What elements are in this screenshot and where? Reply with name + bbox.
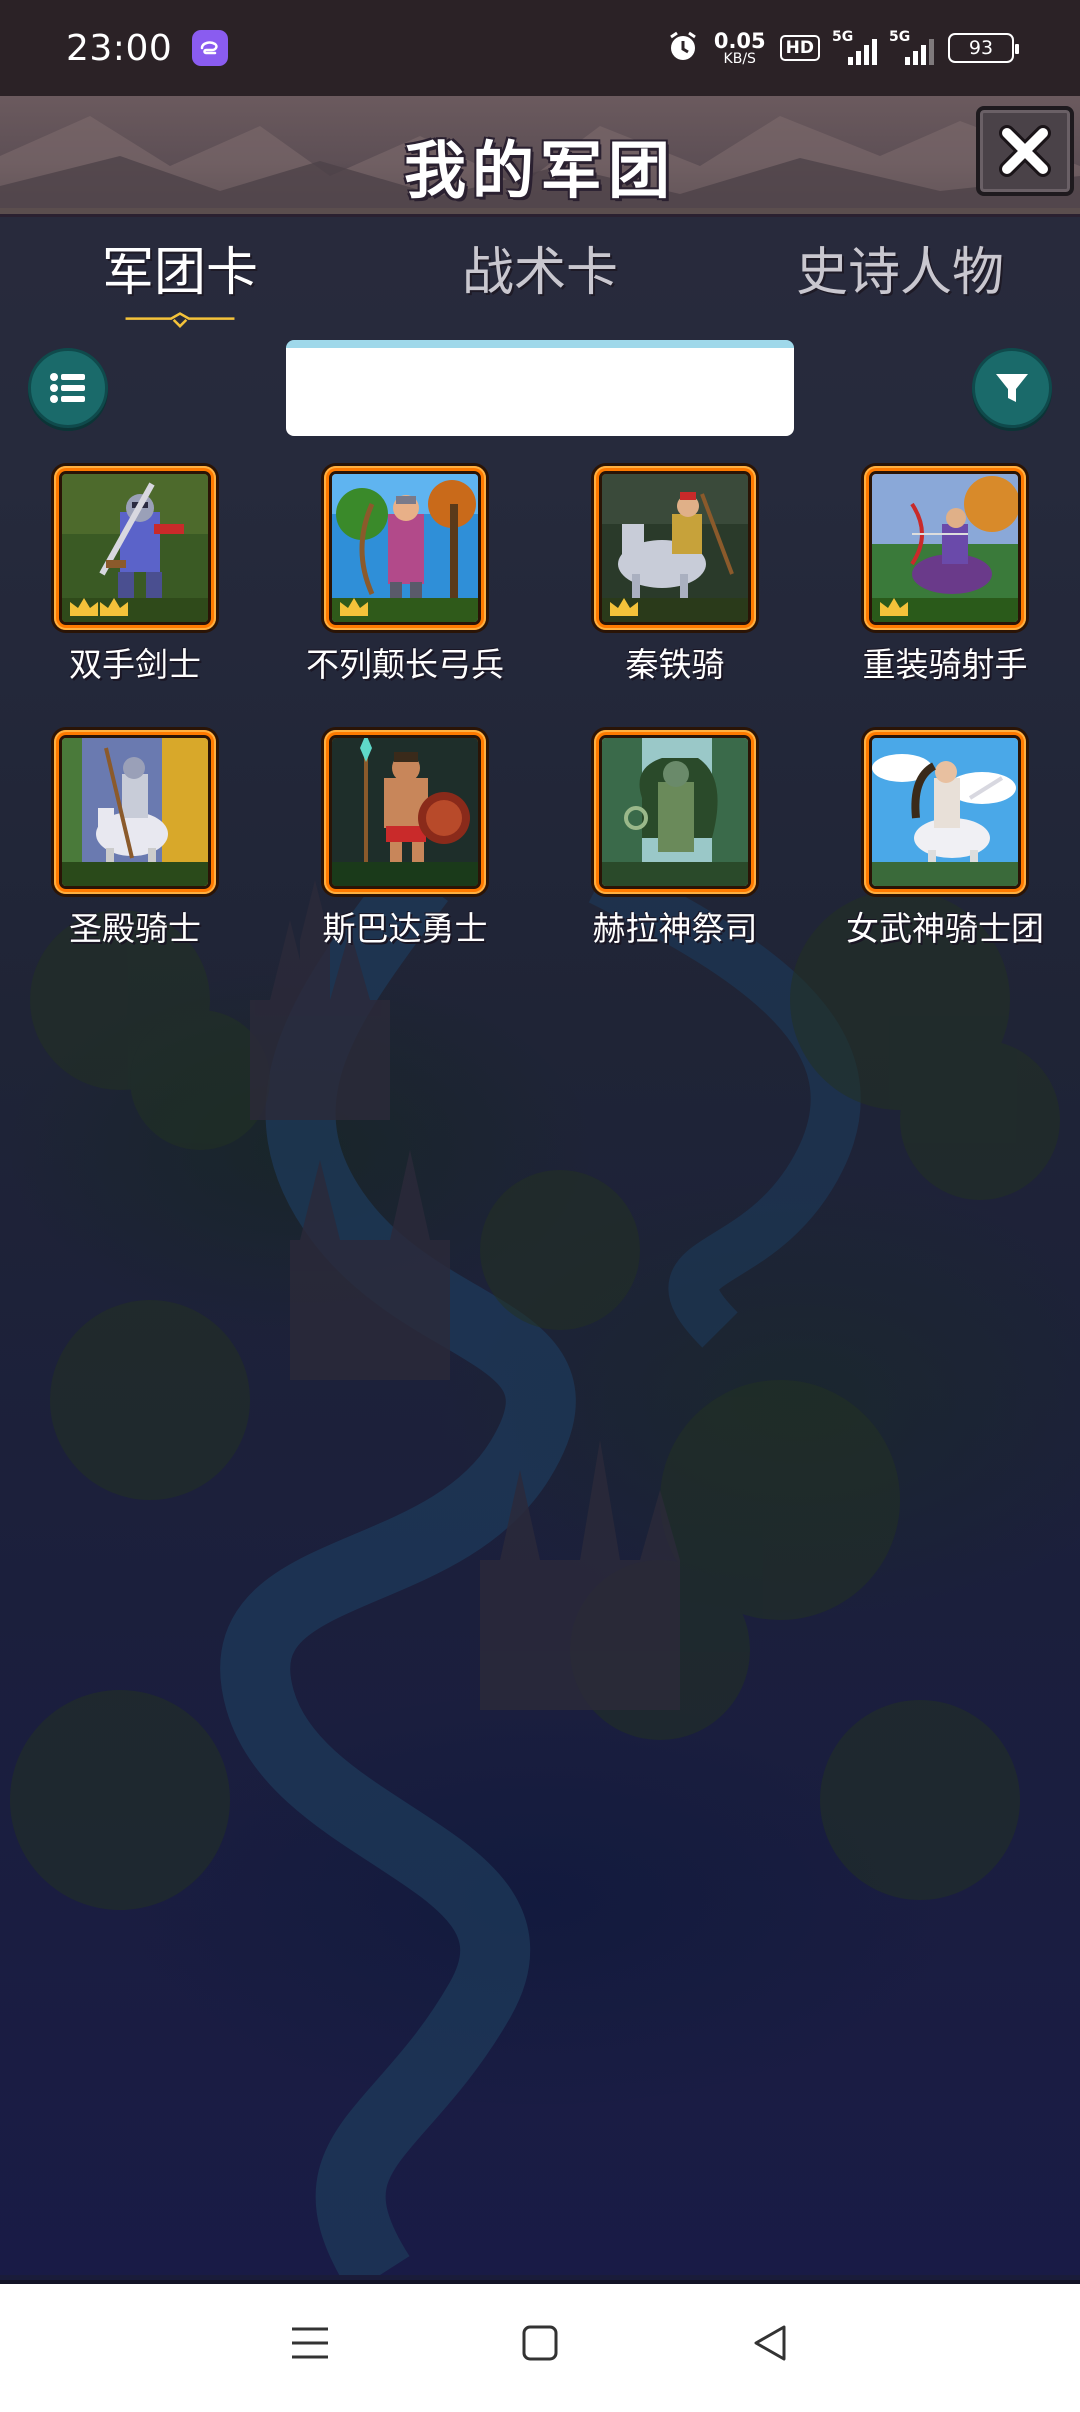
- card-portrait: [329, 735, 481, 889]
- page-title: 我的军团: [403, 134, 676, 207]
- card-name: 重装骑射手: [862, 645, 1028, 684]
- tab-bar: 军团卡 战术卡 史诗人物: [0, 220, 1080, 330]
- tab-label: 军团卡: [101, 243, 258, 303]
- home-icon: [522, 2325, 558, 2361]
- battery-level: 93: [968, 37, 994, 59]
- card-portrait: [59, 735, 211, 889]
- list-button[interactable]: [28, 348, 108, 428]
- signal-icon: 5G: [832, 29, 877, 65]
- card-frame: [594, 730, 756, 894]
- sim2-label: 5G: [889, 29, 911, 45]
- close-icon: [999, 125, 1051, 177]
- sim1-label: 5G: [832, 29, 854, 45]
- card-frame: [54, 466, 216, 630]
- close-button[interactable]: [976, 106, 1074, 196]
- back-icon: [754, 2325, 786, 2361]
- card-name: 斯巴达勇士: [322, 909, 488, 948]
- card-portrait: [329, 471, 481, 625]
- card-name: 不列颠长弓兵: [306, 645, 504, 684]
- back-button[interactable]: [740, 2313, 800, 2373]
- tab-tactic-cards[interactable]: 战术卡: [360, 220, 720, 330]
- system-nav-bar: [0, 2280, 1080, 2412]
- card-frame: [864, 466, 1026, 630]
- card-portrait: [869, 471, 1021, 625]
- page-header: 我的军团: [0, 96, 1080, 214]
- app-badge-icon: [192, 30, 229, 66]
- card-frame: [324, 730, 486, 894]
- tab-label: 战术卡: [461, 243, 618, 303]
- card-portrait: [59, 471, 211, 625]
- card-frame: [864, 730, 1026, 894]
- filter-icon: [996, 374, 1028, 402]
- legion-card[interactable]: 不列颠长弓兵: [270, 466, 540, 706]
- legion-card[interactable]: 圣殿骑士: [0, 730, 270, 970]
- card-portrait: [599, 735, 751, 889]
- card-name: 圣殿骑士: [69, 909, 201, 948]
- alarm-icon: [666, 29, 700, 67]
- card-name: 秦铁骑: [625, 645, 725, 684]
- card-frame: [324, 466, 486, 630]
- legion-card[interactable]: 斯巴达勇士: [270, 730, 540, 970]
- card-portrait: [599, 471, 751, 625]
- tab-active-indicator: [125, 312, 235, 328]
- signal-icon-2: 5G: [889, 29, 934, 65]
- card-frame: [54, 730, 216, 894]
- net-speed-unit: KB/S: [723, 50, 756, 67]
- card-portrait: [869, 735, 1021, 889]
- status-time: 23:00: [66, 27, 173, 69]
- legion-card[interactable]: 女武神骑士团: [810, 730, 1080, 970]
- net-speed-value: 0.05: [713, 28, 766, 53]
- filter-button[interactable]: [972, 348, 1052, 428]
- search-input[interactable]: [286, 340, 794, 436]
- tab-epic-heroes[interactable]: 史诗人物: [720, 220, 1080, 330]
- legion-card[interactable]: 双手剑士: [0, 466, 270, 706]
- list-icon: [50, 373, 85, 403]
- net-speed: 0.05 KB/S: [713, 28, 766, 67]
- legion-card[interactable]: 秦铁骑: [540, 466, 810, 706]
- status-bar: 23:00 0.05 KB/S HD 5G 5G 93: [0, 0, 1080, 96]
- legion-card[interactable]: 赫拉神祭司: [540, 730, 810, 970]
- card-name: 女武神骑士团: [846, 909, 1044, 948]
- battery-icon: 93: [948, 33, 1019, 63]
- card-name: 赫拉神祭司: [592, 909, 758, 948]
- menu-button[interactable]: [280, 2313, 340, 2373]
- card-frame: [594, 466, 756, 630]
- legion-card[interactable]: 重装骑射手: [810, 466, 1080, 706]
- hd-badge: HD: [779, 35, 820, 61]
- tab-label: 史诗人物: [795, 243, 1004, 303]
- card-name: 双手剑士: [69, 645, 201, 684]
- home-button[interactable]: [510, 2313, 570, 2373]
- menu-icon: [292, 2327, 328, 2359]
- tab-legion-cards[interactable]: 军团卡: [0, 220, 360, 330]
